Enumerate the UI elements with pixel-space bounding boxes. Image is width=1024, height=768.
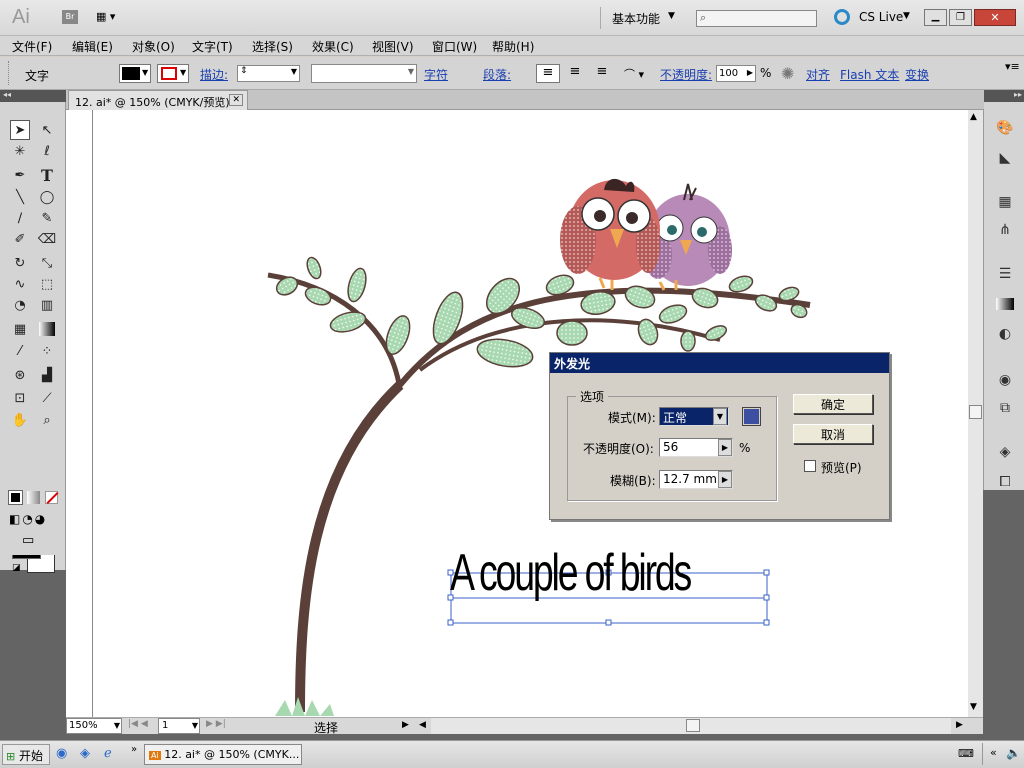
zoom-field[interactable]: 150% ▼ — [66, 718, 122, 734]
scroll-left-icon[interactable]: ◀ — [419, 720, 426, 730]
keyboard-icon[interactable]: ⌨ — [958, 747, 974, 760]
glow-color-fill — [744, 409, 759, 424]
taskbar: ⊞ 开始 ◉ ◈ ℯ » Ai 12. ai* @ 150% (CMYK... … — [0, 740, 1024, 768]
tree-trunk — [295, 381, 404, 713]
leaf — [476, 338, 534, 368]
dialog-title: 外发光 — [550, 353, 889, 373]
outlook-icon[interactable]: ◈ — [80, 746, 90, 761]
ie-icon[interactable]: ℯ — [104, 746, 112, 761]
leaf — [347, 267, 367, 303]
expand-icon[interactable]: » — [131, 744, 137, 755]
leaf — [306, 256, 322, 280]
chevron-right-icon[interactable]: ▶ — [402, 720, 409, 730]
chevron-down-icon[interactable]: ▼ — [114, 721, 120, 730]
page-field[interactable]: 1 ▼ — [158, 718, 200, 734]
leaf — [680, 330, 696, 352]
chevron-right-icon[interactable]: ▶ — [718, 439, 732, 456]
first-page-icon[interactable]: |◀ ◀ — [128, 719, 148, 729]
volume-icon[interactable]: 🔈 — [1006, 746, 1021, 760]
chevron-down-icon[interactable]: ▼ — [192, 721, 198, 730]
chevron-right-icon[interactable]: ▶ — [718, 471, 732, 488]
canvas-text: A couple of birds — [450, 544, 692, 602]
divider — [982, 743, 983, 765]
preview-checkbox[interactable] — [804, 460, 816, 472]
leaf — [691, 287, 719, 309]
vertical-scrollbar[interactable]: ▲ ▼ — [968, 110, 983, 717]
leaf — [432, 291, 464, 345]
taskbar-item-label: 12. ai* @ 150% (CMYK... — [164, 748, 300, 761]
hscroll-thumb[interactable] — [686, 719, 700, 732]
mode-value: 正常 — [663, 411, 688, 425]
blur-label: 模糊(B): — [610, 474, 656, 488]
leaf — [329, 311, 367, 333]
windows-logo-icon: ⊞ — [6, 750, 16, 763]
preview-label[interactable]: 预览(P) — [821, 459, 862, 476]
page-value: 1 — [162, 720, 169, 731]
leaf — [556, 320, 588, 346]
cancel-button[interactable]: 取消 — [793, 424, 873, 444]
next-page-icon[interactable]: ▶ ▶| — [206, 719, 226, 729]
scroll-up-icon[interactable]: ▲ — [970, 112, 977, 122]
glow-color-swatch[interactable] — [742, 407, 761, 426]
scroll-down-icon[interactable]: ▼ — [970, 702, 977, 712]
collapse-tray-icon[interactable]: « — [990, 746, 997, 759]
opacity-input-value: 56 — [663, 440, 679, 454]
zoom-value: 150% — [69, 720, 98, 731]
options-group-label: 选项 — [576, 388, 609, 405]
mode-label: 模式(M): — [608, 411, 656, 425]
illustrator-app-icon: Ai — [149, 751, 161, 760]
blur-input-value: 12.7 mm — [663, 472, 717, 486]
start-label: 开始 — [19, 749, 44, 763]
chevron-down-icon[interactable]: ▼ — [713, 408, 727, 425]
scroll-right-icon[interactable]: ▶ — [956, 720, 963, 730]
taskbar-item-illustrator[interactable]: Ai 12. ai* @ 150% (CMYK... — [144, 744, 302, 765]
media-player-icon[interactable]: ◉ — [56, 746, 67, 761]
horizontal-scrollbar[interactable] — [431, 718, 951, 734]
status-bar: 150% ▼ |◀ ◀ 1 ▼ ▶ ▶| 选择 ▶ ◀ ▶ — [66, 717, 983, 736]
scroll-thumb[interactable] — [969, 405, 982, 419]
leaf — [624, 285, 656, 309]
leaf — [728, 275, 754, 293]
leaf — [658, 304, 688, 324]
opacity-label: 不透明度(O): — [583, 442, 654, 456]
start-button[interactable]: ⊞ 开始 — [2, 744, 50, 765]
status-mode[interactable]: 选择 — [314, 719, 338, 736]
arched-text-container[interactable]: A couple of birds — [450, 528, 770, 618]
ok-button[interactable]: 确定 — [793, 394, 873, 414]
leaf — [704, 325, 728, 341]
opacity-unit: % — [739, 441, 751, 455]
outer-glow-dialog: 外发光 选项 模式(M): 正常 ▼ 不透明度(O): 56 ▶ % 模糊(B)… — [549, 352, 890, 520]
